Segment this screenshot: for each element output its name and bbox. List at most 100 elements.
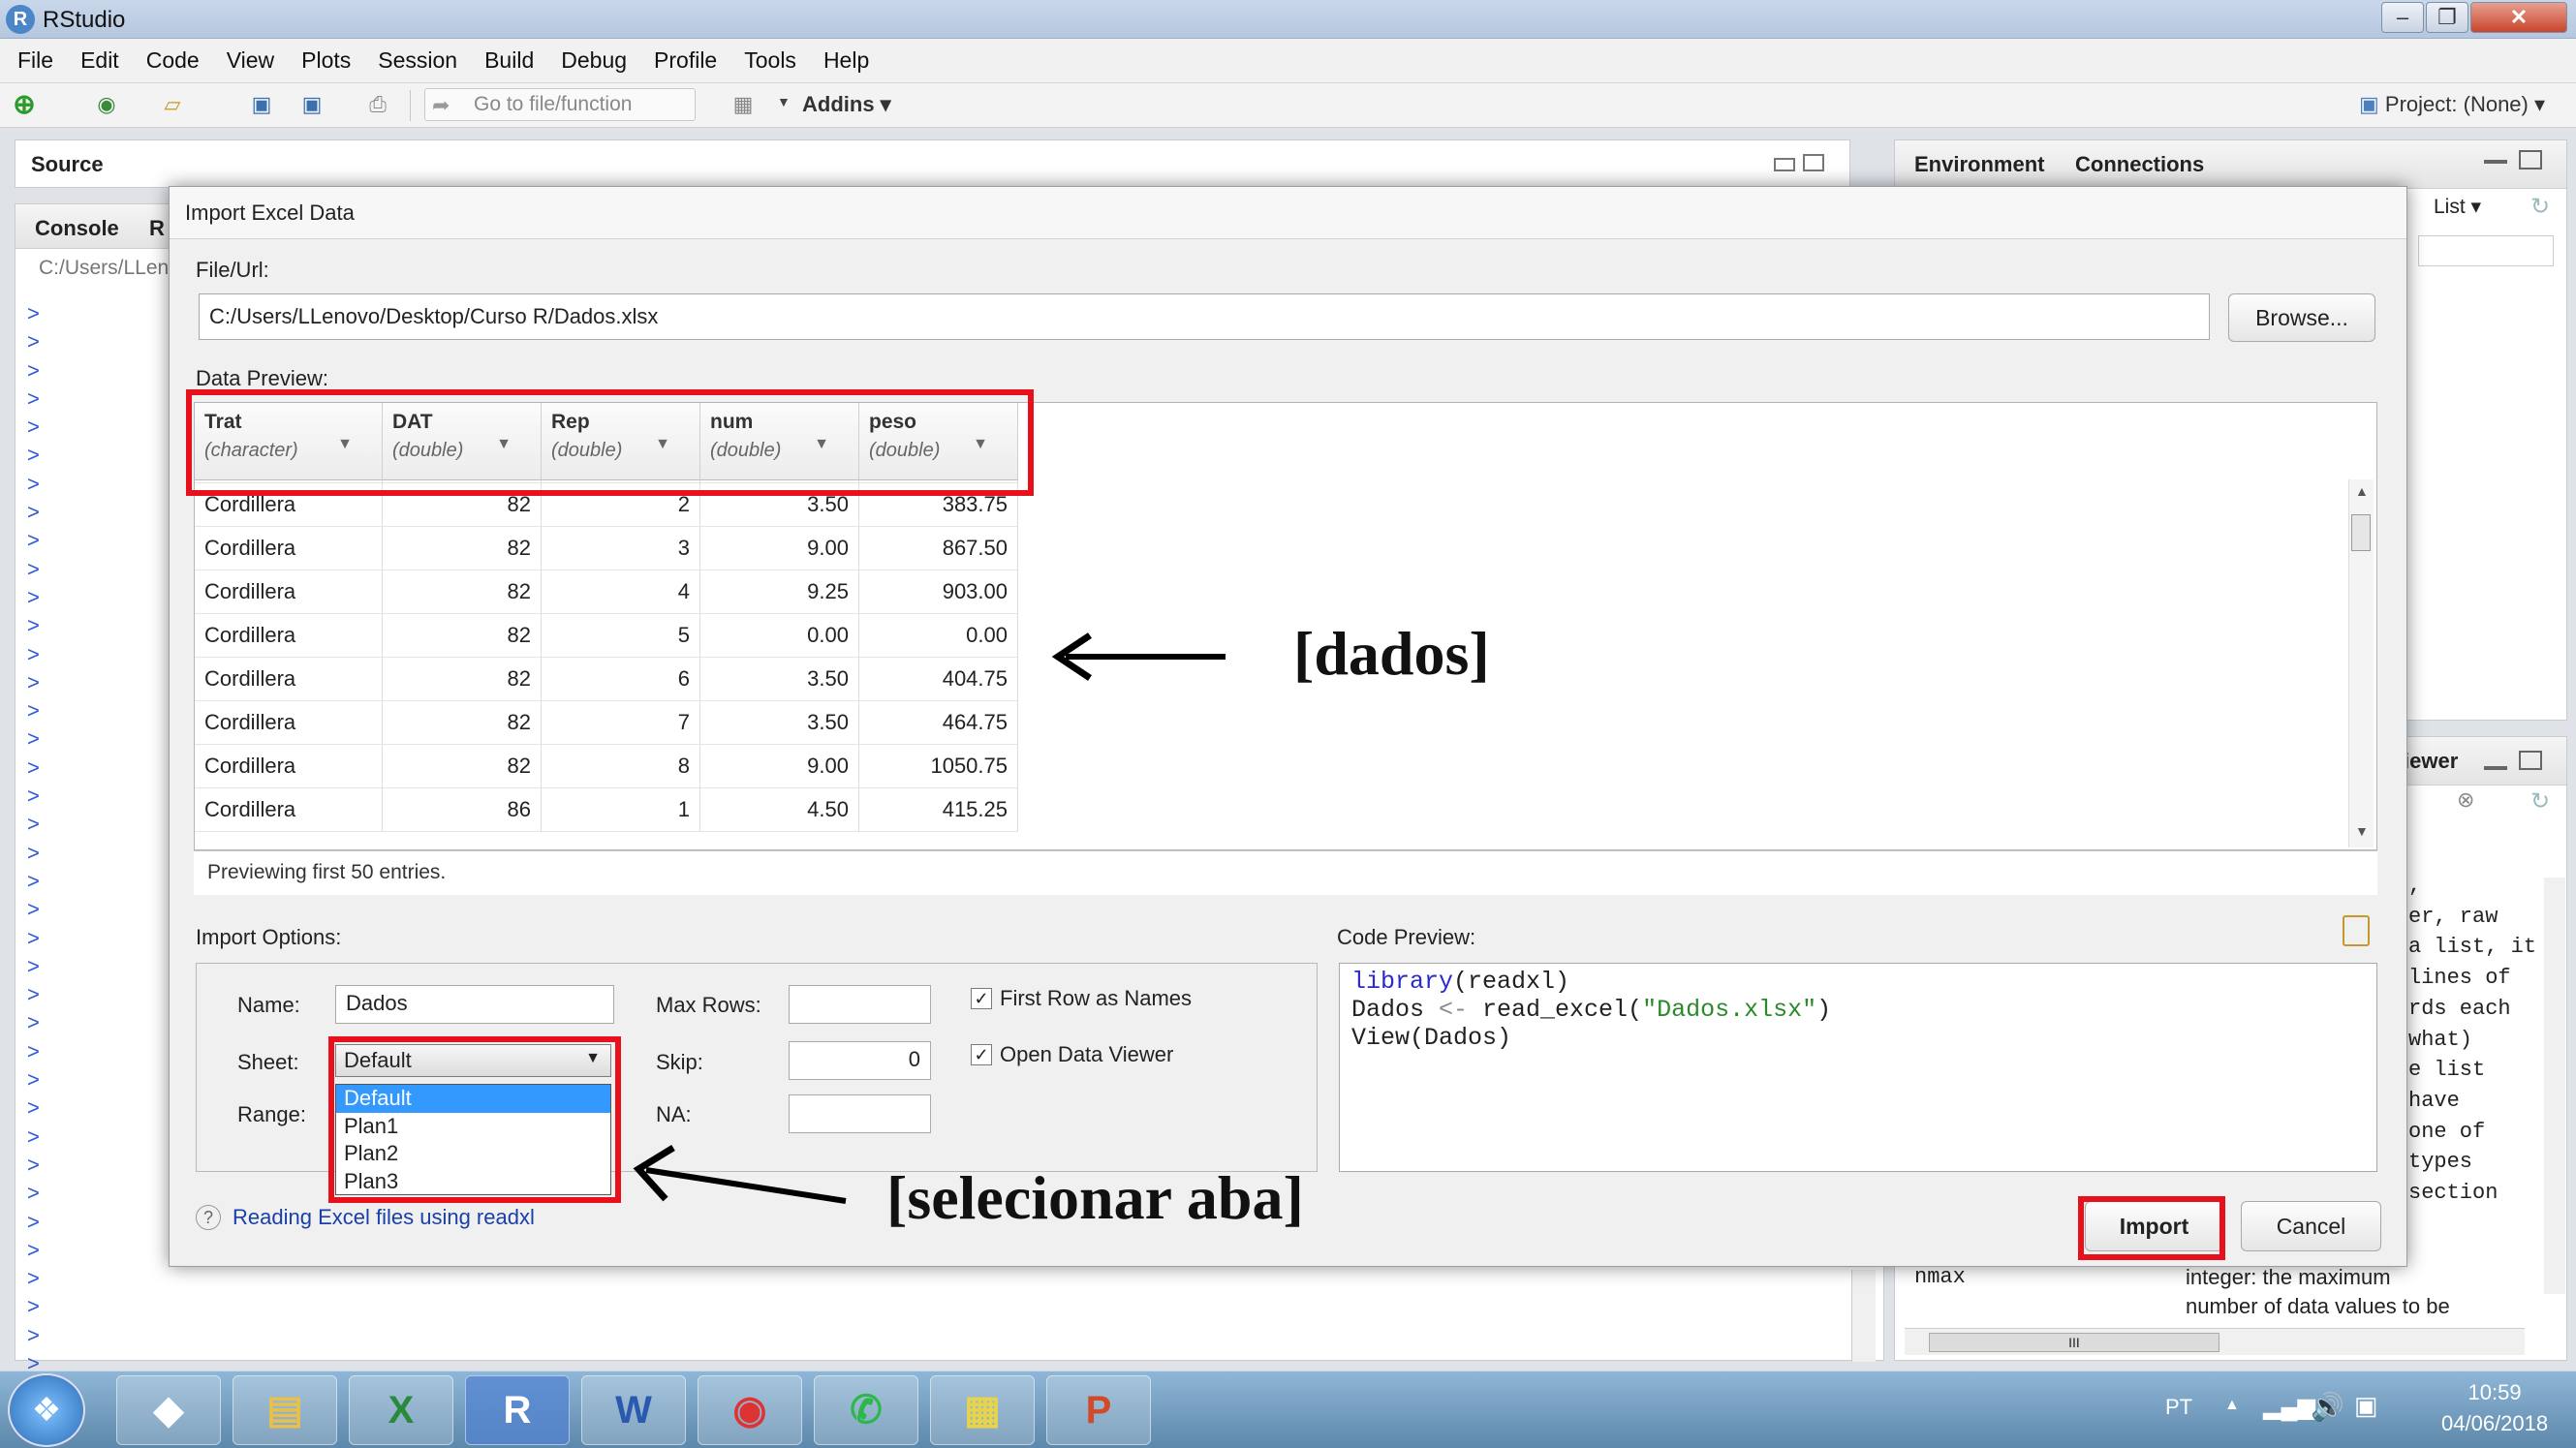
help-hscrollbar[interactable]: III xyxy=(1905,1328,2525,1355)
taskbar-file-icon[interactable]: ◆ xyxy=(116,1375,221,1445)
console-prompt: > xyxy=(27,301,40,325)
table-cell: 4.50 xyxy=(700,788,859,832)
close-window-button[interactable]: ✕ xyxy=(2470,2,2567,33)
open-data-viewer-checkbox[interactable]: ✓ xyxy=(971,1044,992,1065)
print-icon[interactable]: ⎙ xyxy=(363,90,392,119)
taskbar-word-icon[interactable]: W xyxy=(581,1375,686,1445)
skip-input[interactable]: 0 xyxy=(789,1041,931,1080)
help-line: rds each xyxy=(2408,996,2511,1021)
env-search-input[interactable] xyxy=(2418,235,2554,266)
cancel-button[interactable]: Cancel xyxy=(2241,1201,2381,1251)
source-pane: Source xyxy=(15,139,1850,188)
max-rows-input[interactable] xyxy=(789,985,931,1024)
maximize-pane-icon[interactable] xyxy=(1803,154,1824,171)
table-cell: 8 xyxy=(542,745,700,788)
help-vscrollbar[interactable] xyxy=(2544,878,2565,1294)
menu-debug[interactable]: Debug xyxy=(561,47,627,74)
preview-footer: Previewing first 50 entries. xyxy=(194,850,2377,895)
goto-file-input[interactable]: Go to file/function xyxy=(424,88,696,121)
clock[interactable]: 10:59 04/06/2018 xyxy=(2441,1380,2548,1436)
tab-connections[interactable]: Connections xyxy=(2075,152,2204,177)
tab-environment[interactable]: Environment xyxy=(1914,152,2044,177)
menu-build[interactable]: Build xyxy=(484,47,534,74)
menu-plots[interactable]: Plots xyxy=(301,47,351,74)
clear-search-icon[interactable]: ⊗ xyxy=(2457,787,2474,813)
menu-tools[interactable]: Tools xyxy=(744,47,796,74)
help-link[interactable]: Reading Excel files using readxl xyxy=(233,1205,535,1230)
console-prompt: > xyxy=(27,868,40,893)
open-file-icon[interactable]: ▱ xyxy=(158,90,187,119)
taskbar-excel-icon[interactable]: X xyxy=(349,1375,453,1445)
taskbar-notes-icon[interactable]: ▦ xyxy=(930,1375,1035,1445)
console-prompt: > xyxy=(27,953,40,978)
help-icon: ? xyxy=(196,1205,221,1230)
range-label: Range: xyxy=(237,1102,306,1126)
dialog-title: Import Excel Data xyxy=(170,187,2406,239)
taskbar-explorer-icon[interactable]: ▤ xyxy=(233,1375,337,1445)
taskbar-r-icon[interactable]: R xyxy=(465,1375,570,1445)
tray-expand-icon[interactable]: ▲ xyxy=(2224,1397,2240,1414)
network-icon[interactable]: ▂▄▆ xyxy=(2263,1393,2315,1421)
menu-profile[interactable]: Profile xyxy=(654,47,717,74)
new-file-icon[interactable]: ⊕ xyxy=(10,90,39,119)
sheet-label: Sheet: xyxy=(237,1050,299,1074)
window-title-bar: R RStudio – ❐ ✕ xyxy=(0,0,2576,39)
refresh-icon[interactable]: ↻ xyxy=(2530,193,2550,221)
na-input[interactable] xyxy=(789,1094,931,1133)
menu-edit[interactable]: Edit xyxy=(80,47,119,74)
browse-button[interactable]: Browse... xyxy=(2228,293,2375,342)
scroll-down-icon[interactable]: ▼ xyxy=(2355,823,2369,839)
start-button[interactable]: ❖ xyxy=(8,1373,85,1447)
maximize-pane-icon[interactable] xyxy=(2519,150,2542,169)
tab-console[interactable]: Console xyxy=(35,216,119,241)
annotation-selecionar-aba: [selecionar aba] xyxy=(886,1163,1304,1232)
refresh-icon[interactable]: ↻ xyxy=(2530,787,2550,816)
table-cell: 464.75 xyxy=(859,701,1018,745)
env-list-dropdown[interactable]: List ▾ xyxy=(2434,195,2481,219)
volume-icon[interactable]: 🔊 xyxy=(2311,1391,2344,1423)
language-indicator[interactable]: PT xyxy=(2165,1395,2192,1420)
grid-vscrollbar[interactable]: ▲ ▼ xyxy=(2348,479,2374,847)
taskbar-chrome-icon[interactable]: ◉ xyxy=(698,1375,802,1445)
open-data-viewer-label: Open Data Viewer xyxy=(1000,1042,1174,1066)
addins-menu[interactable]: Addins ▾ xyxy=(802,92,891,117)
first-row-names-checkbox[interactable]: ✓ xyxy=(971,988,992,1009)
taskbar-powerpoint-icon[interactable]: P xyxy=(1046,1375,1151,1445)
table-cell: 5 xyxy=(542,614,700,658)
action-center-icon[interactable]: ▣ xyxy=(2354,1391,2378,1421)
maximize-pane-icon[interactable] xyxy=(2519,751,2542,770)
project-icon: ▣ xyxy=(2359,92,2379,116)
project-menu[interactable]: ▣ Project: (None) ▾ xyxy=(2359,92,2545,117)
console-prompt: > xyxy=(27,556,40,581)
grid-layout-icon[interactable]: ▦ xyxy=(729,90,758,119)
menu-code[interactable]: Code xyxy=(146,47,200,74)
menu-view[interactable]: View xyxy=(227,47,274,74)
copy-to-clipboard-icon[interactable] xyxy=(2343,915,2370,946)
minimize-pane-icon[interactable] xyxy=(2484,160,2507,164)
menu-help[interactable]: Help xyxy=(823,47,869,74)
help-line: one of xyxy=(2408,1119,2486,1144)
maximize-button[interactable]: ❐ xyxy=(2426,2,2468,33)
console-scrollbar[interactable] xyxy=(1851,1270,1876,1362)
save-all-icon[interactable]: ▣ xyxy=(297,90,326,119)
help-line: lines of xyxy=(2408,966,2511,991)
scroll-up-icon[interactable]: ▲ xyxy=(2355,483,2369,499)
console-prompt: > xyxy=(27,812,40,837)
restore-pane-icon[interactable] xyxy=(1774,158,1795,171)
menu-file[interactable]: File xyxy=(17,47,53,74)
new-project-icon[interactable]: ◉ xyxy=(92,90,121,119)
name-input[interactable]: Dados xyxy=(335,985,614,1024)
scroll-thumb[interactable] xyxy=(2351,514,2371,551)
file-url-input[interactable]: C:/Users/LLenovo/Desktop/Curso R/Dados.x… xyxy=(199,293,2210,340)
na-label: NA: xyxy=(656,1102,692,1126)
nmax-label: nmax xyxy=(1914,1265,1966,1289)
taskbar-whatsapp-icon[interactable]: ✆ xyxy=(814,1375,918,1445)
menu-session[interactable]: Session xyxy=(378,47,457,74)
save-icon[interactable]: ▣ xyxy=(247,90,276,119)
tab-r-markdown[interactable]: R xyxy=(149,216,165,241)
table-cell: 82 xyxy=(383,527,542,570)
minimize-button[interactable]: – xyxy=(2381,2,2424,33)
minimize-pane-icon[interactable] xyxy=(2484,766,2507,770)
help-hscroll-thumb[interactable]: III xyxy=(1929,1333,2219,1352)
console-prompts[interactable]: > > > > > > > > > > > > > > > > > > > > > > > > > > > > > > > > > > > > > > xyxy=(27,299,56,1377)
